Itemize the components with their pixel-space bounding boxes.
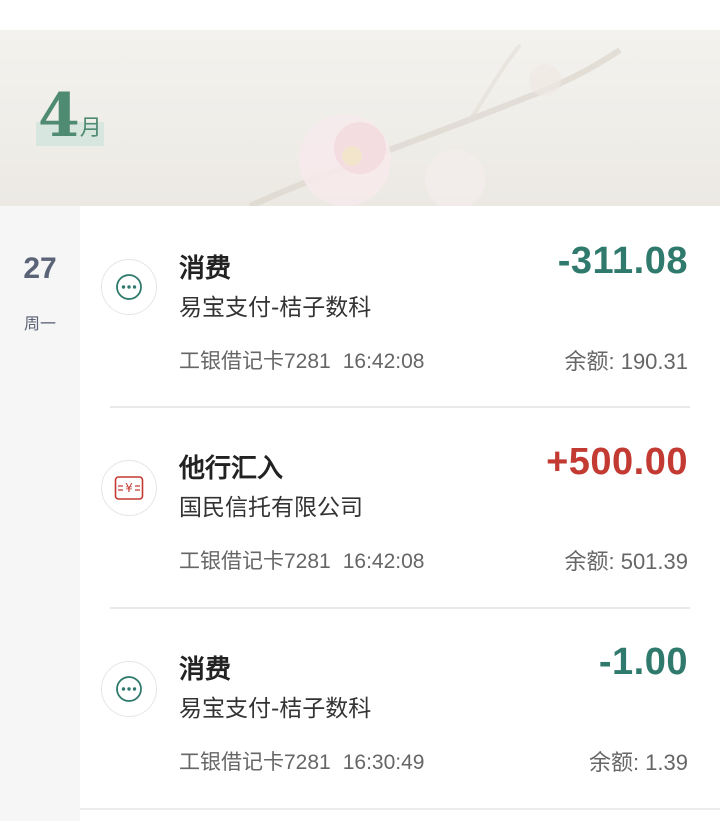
transaction-merchant: 国民信托有限公司 [179, 495, 363, 521]
transaction-time: 16:42:08 [342, 550, 425, 573]
balance-label: 余额: 1.39 [588, 750, 688, 775]
transaction-row[interactable]: 消费 易宝支付-桔子数科 工银借记卡7281 16:30:49 -1.00 余额:… [80, 609, 720, 809]
transaction-meta: 工银借记卡7281 16:42:08 [179, 345, 424, 375]
transaction-time: 16:30:49 [342, 751, 425, 774]
more-dots-icon [101, 661, 157, 717]
transaction-amount: -311.08 [557, 240, 688, 282]
svg-text:¥: ¥ [125, 481, 133, 495]
month-unit: 月 [79, 116, 102, 141]
day-number: 27 [23, 252, 57, 285]
transaction-title: 消费 [179, 655, 232, 685]
month-label: 4 月 [36, 86, 104, 146]
balance-label: 余额: 190.31 [564, 349, 688, 374]
balance-label: 余额: 501.39 [564, 549, 688, 574]
transaction-merchant: 易宝支付-桔子数科 [179, 696, 372, 722]
transaction-title: 他行汇入 [179, 454, 284, 484]
more-dots-icon [101, 259, 157, 315]
divider [80, 808, 720, 810]
month-number: 4 [38, 81, 80, 151]
transaction-amount: -1.00 [598, 641, 688, 683]
transaction-row[interactable]: ¥ 他行汇入 国民信托有限公司 工银借记卡7281 16:42:08 +500.0… [80, 408, 720, 608]
card-label: 工银借记卡7281 [179, 350, 331, 373]
top-bar [0, 0, 720, 30]
flower-branch-decoration [248, 43, 622, 206]
date-column [0, 206, 80, 821]
transaction-amount: +500.00 [546, 441, 688, 483]
card-label: 工银借记卡7281 [179, 751, 331, 774]
transaction-meta: 工银借记卡7281 16:30:49 [179, 746, 424, 776]
transaction-title: 消费 [179, 254, 232, 284]
transfer-in-icon: ¥ [101, 460, 157, 516]
month-banner: 4 月 [0, 30, 720, 206]
transaction-time: 16:42:08 [342, 350, 425, 373]
weekday-label: 周一 [23, 314, 56, 333]
card-label: 工银借记卡7281 [179, 550, 331, 573]
transaction-row[interactable]: 消费 易宝支付-桔子数科 工银借记卡7281 16:42:08 -311.08 余… [80, 206, 720, 406]
transaction-merchant: 易宝支付-桔子数科 [179, 295, 372, 321]
transaction-meta: 工银借记卡7281 16:42:08 [179, 545, 424, 575]
